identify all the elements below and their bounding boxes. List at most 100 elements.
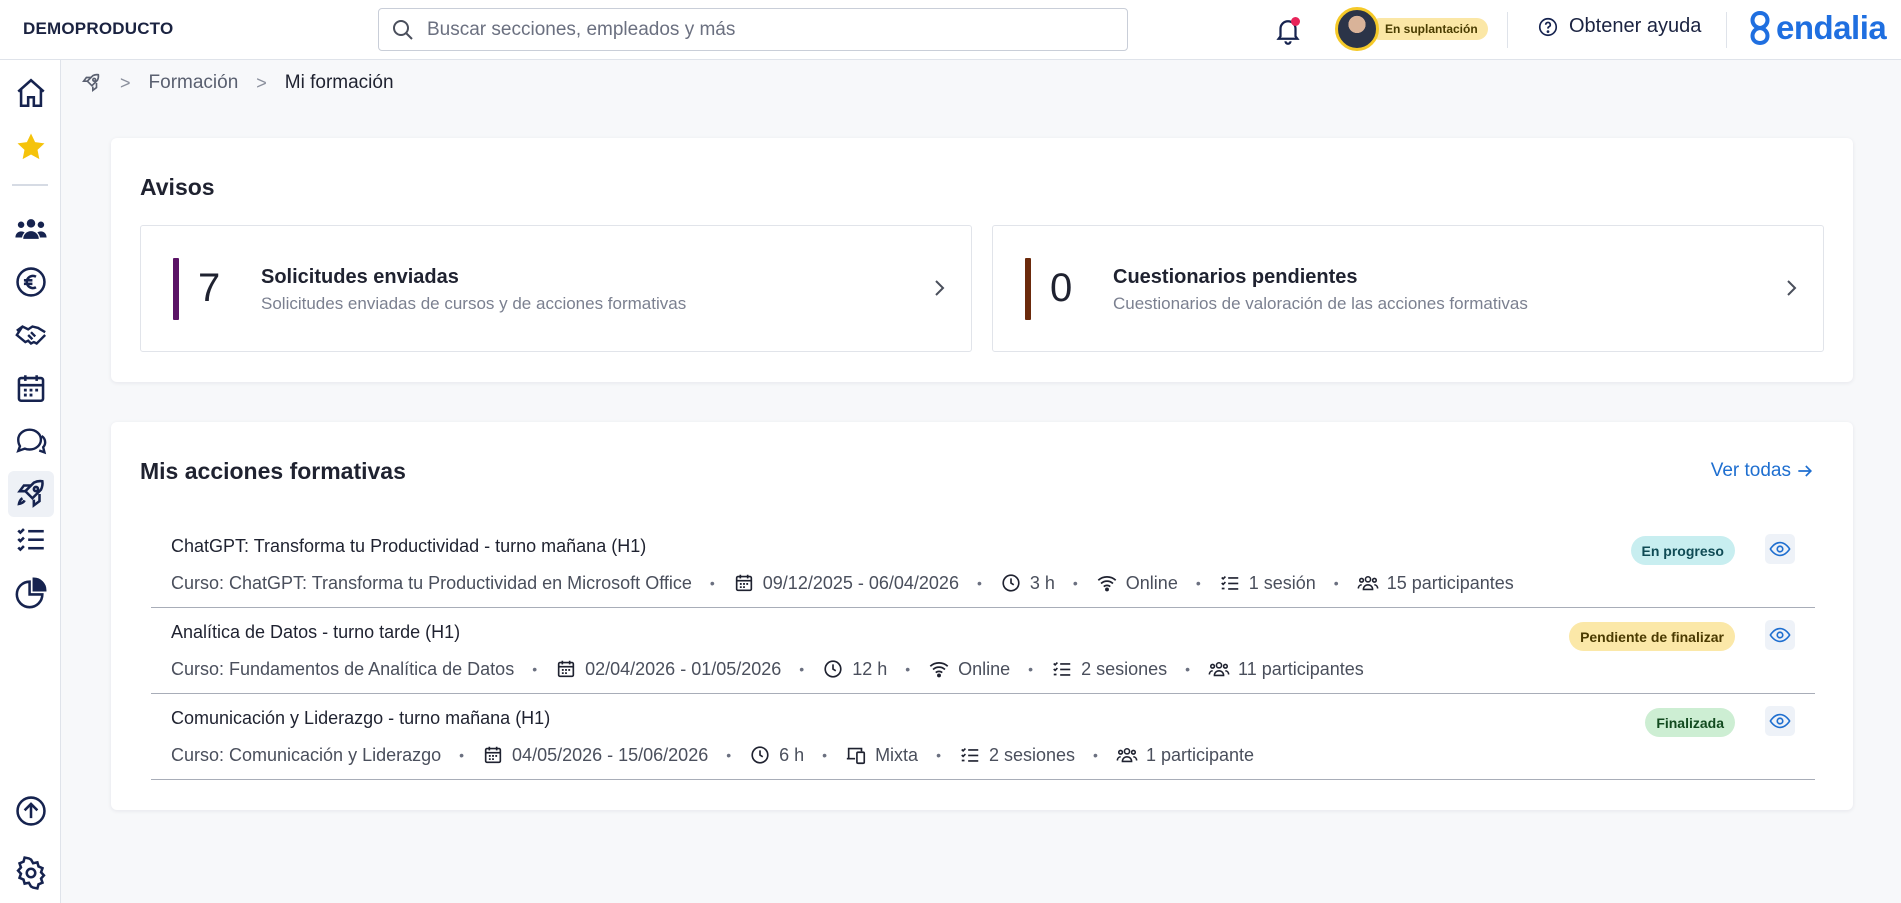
eye-icon	[1769, 627, 1791, 643]
course-name: Curso: Fundamentos de Analítica de Datos	[171, 658, 515, 679]
breadcrumb: > Formación > Mi formación	[80, 72, 394, 94]
sidebar-item-payroll[interactable]	[8, 259, 54, 305]
calendar-icon	[735, 574, 752, 592]
course-name: Curso: ChatGPT: Transforma tu Productivi…	[171, 572, 692, 593]
status-badge: Pendiente de finalizar	[1569, 622, 1735, 651]
clock-icon	[1002, 574, 1020, 592]
sidebar-divider	[12, 184, 48, 186]
help-icon	[1538, 17, 1558, 36]
endalia-logo[interactable]: endalia	[1745, 9, 1887, 47]
notice-title: Solicitudes enviadas	[261, 266, 459, 288]
training-modality: Mixta	[875, 744, 919, 765]
notice-title: Cuestionarios pendientes	[1113, 266, 1358, 288]
sidebar-item-home[interactable]	[8, 70, 54, 116]
sidebar-item-tasks[interactable]	[8, 516, 54, 562]
help-button[interactable]: Obtener ayuda	[1537, 15, 1701, 38]
training-row[interactable]: ChatGPT: Transforma tu Productividad - t…	[151, 522, 1815, 608]
training-participants: 15 participantes	[1386, 572, 1514, 593]
breadcrumb-link-formacion[interactable]: Formación	[149, 72, 239, 94]
notice-pending-questionnaires[interactable]: 0 Cuestionarios pendientes Cuestionarios…	[992, 225, 1824, 352]
notice-subtitle: Solicitudes enviadas de cursos y de acci…	[261, 294, 687, 313]
sidebar-item-reports[interactable]	[8, 570, 54, 616]
training-sessions: 2 sesiones	[988, 744, 1076, 765]
notice-accent-bar	[173, 258, 179, 320]
header-divider	[1507, 12, 1508, 48]
header-divider	[1726, 12, 1727, 48]
training-hours: 3 h	[1029, 572, 1055, 593]
view-training-button[interactable]	[1765, 620, 1795, 650]
view-training-button[interactable]	[1765, 706, 1795, 736]
avisos-title: Avisos	[140, 174, 215, 200]
course-name: Curso: Comunicación y Liderazgo	[171, 744, 442, 765]
gear-icon	[16, 856, 46, 890]
training-dates: 09/12/2025 - 06/04/2026	[762, 572, 959, 593]
training-hours: 12 h	[852, 658, 888, 679]
training-title[interactable]: ChatGPT: Transforma tu Productividad - t…	[171, 536, 646, 557]
arrow-up-circle-icon	[16, 796, 46, 826]
avisos-card: Avisos 7 Solicitudes enviadas Solicitude…	[111, 138, 1853, 382]
training-dates: 02/04/2026 - 01/05/2026	[585, 658, 782, 679]
people-group-icon	[1357, 575, 1379, 591]
status-badge: Finalizada	[1645, 708, 1735, 737]
home-icon	[17, 78, 45, 108]
breadcrumb-separator: >	[120, 72, 131, 93]
notice-sent-requests[interactable]: 7 Solicitudes enviadas Solicitudes envia…	[140, 225, 972, 352]
training-modality: Online	[958, 658, 1011, 679]
notice-subtitle: Cuestionarios de valoración de las accio…	[1113, 294, 1528, 313]
checklist-icon	[961, 747, 979, 762]
training-title[interactable]: Comunicación y Liderazgo - turno mañana …	[171, 708, 550, 729]
wifi-icon	[1097, 576, 1117, 592]
wifi-icon	[929, 662, 949, 678]
people-group-icon	[15, 219, 47, 239]
star-icon	[17, 133, 45, 160]
notice-count: 7	[198, 266, 221, 310]
training-meta: Curso: Fundamentos de Analítica de Datos…	[171, 658, 1364, 679]
euro-icon	[16, 267, 46, 297]
endalia-logo-icon	[1750, 10, 1770, 46]
clock-icon	[751, 746, 769, 764]
breadcrumb-separator: >	[256, 72, 267, 93]
sidebar-item-employees[interactable]	[8, 206, 54, 252]
sidebar-item-favorites[interactable]	[8, 124, 54, 170]
notification-dot	[1291, 17, 1300, 26]
sidebar-item-calendar[interactable]	[8, 365, 54, 411]
sidebar-item-training[interactable]	[8, 471, 54, 517]
chevron-right-icon	[1787, 280, 1797, 296]
sidebar-item-agreements[interactable]	[8, 312, 54, 358]
user-menu[interactable]: En suplantación	[1335, 7, 1488, 51]
arrow-right-icon	[1798, 465, 1813, 477]
clock-icon	[824, 660, 842, 678]
search-input[interactable]	[427, 18, 1107, 41]
notice-count: 0	[1050, 266, 1073, 310]
top-bar: DEMOPRODUCTO En suplantación Obtener ayu…	[0, 0, 1901, 60]
search-box[interactable]	[378, 8, 1128, 51]
impersonation-badge: En suplantación	[1369, 18, 1488, 40]
view-all-link[interactable]: Ver todas	[1711, 460, 1815, 482]
training-row[interactable]: Comunicación y Liderazgo - turno mañana …	[151, 694, 1815, 780]
rocket-icon[interactable]	[80, 72, 102, 94]
calendar-icon	[484, 746, 502, 764]
sidebar-item-scroll-top[interactable]	[8, 788, 54, 834]
view-training-button[interactable]	[1765, 534, 1795, 564]
training-title[interactable]: Analítica de Datos - turno tarde (H1)	[171, 622, 460, 643]
training-actions-card: Mis acciones formativas Ver todas ChatGP…	[111, 422, 1853, 810]
breadcrumb-current: Mi formación	[284, 72, 394, 93]
training-dates: 04/05/2026 - 15/06/2026	[512, 744, 709, 765]
people-group-icon	[1116, 747, 1138, 763]
search-icon	[393, 19, 413, 40]
sidebar-item-settings[interactable]	[8, 850, 54, 896]
training-actions-title: Mis acciones formativas	[140, 458, 406, 484]
checklist-icon	[1220, 575, 1238, 590]
sidebar-item-communication[interactable]	[8, 418, 54, 464]
calendar-icon	[557, 660, 575, 678]
training-participants: 1 participante	[1145, 744, 1255, 765]
checklist-icon	[1053, 661, 1071, 676]
training-row[interactable]: Analítica de Datos - turno tarde (H1) Cu…	[151, 608, 1815, 694]
rocket-icon	[17, 479, 44, 508]
view-all-label: Ver todas	[1710, 460, 1791, 481]
notifications-button[interactable]	[1273, 15, 1303, 45]
training-meta: Curso: Comunicación y Liderazgo • 04/05/…	[171, 744, 1255, 765]
calendar-icon	[17, 375, 45, 403]
company-name[interactable]: DEMOPRODUCTO	[23, 19, 173, 39]
training-sessions: 2 sesiones	[1081, 658, 1168, 679]
